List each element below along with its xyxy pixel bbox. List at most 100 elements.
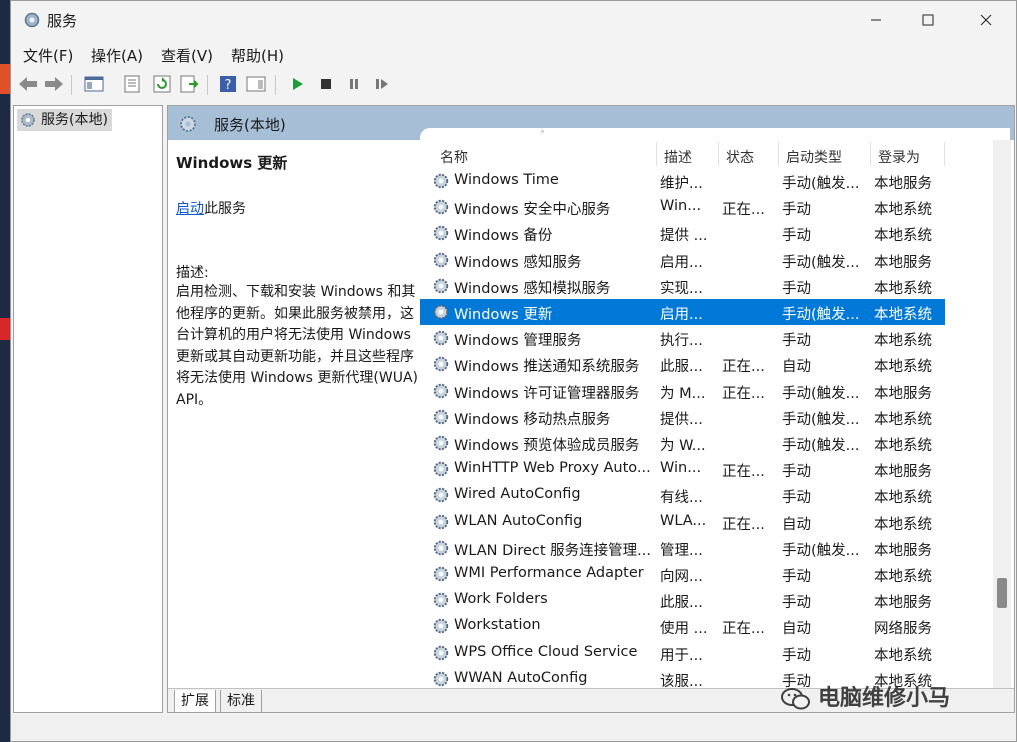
service-status: 正在... [722,464,765,481]
export-list-button[interactable] [179,73,201,95]
service-startup-type: 手动 [782,595,811,612]
toolbar: ? [11,69,1016,99]
service-startup-type: 手动 [782,280,811,297]
table-row[interactable]: WLAN AutoConfig WLA... 正在... 自动 本地系统 [420,509,945,535]
service-gear-icon [433,435,449,451]
service-logon-as: 本地服务 [874,542,932,559]
services-window: 服务 文件(F) 操作(A) 查看(V) 帮助(H) ? 服务(本地) 服务(本… [10,0,1017,742]
title-bar: 服务 [11,1,1016,39]
close-button[interactable] [957,1,1015,39]
wechat-icon [781,688,810,710]
maximize-button[interactable] [899,1,957,39]
tab-standard[interactable]: 标准 [220,690,262,712]
table-row[interactable]: Windows 安全中心服务 Win... 正在... 手动 本地系统 [420,194,945,220]
selected-service-title: Windows 更新 [176,154,288,172]
vertical-scrollbar[interactable] [993,140,1011,688]
table-row[interactable]: Windows 更新 启用... 手动(触发... 本地系统 [420,299,945,325]
service-startup-type: 手动(触发... [782,385,860,402]
table-row[interactable]: WLAN Direct 服务连接管理... 管理... 手动(触发... 本地服务 [420,535,945,561]
table-row[interactable]: Windows 备份 提供 ... 手动 本地系统 [420,220,945,246]
tab-extended[interactable]: 扩展 [174,690,216,712]
service-name: Windows 更新 [454,307,553,323]
pane-header-title: 服务(本地) [214,116,286,134]
table-row[interactable]: Windows 管理服务 执行... 手动 本地系统 [420,325,945,351]
service-gear-icon [433,252,449,267]
table-row[interactable]: Workstation 使用 ... 正在... 自动 网络服务 [420,613,945,639]
service-gear-icon [433,671,449,686]
menu-help[interactable]: 帮助(H) [231,45,284,66]
minimize-button[interactable] [847,1,905,39]
service-gear-icon [433,330,449,346]
service-name: Windows 管理服务 [454,333,582,350]
pause-icon [350,79,358,89]
table-row[interactable]: WinHTTP Web Proxy Auto... Win... 正在... 手动 本地… [420,456,945,482]
service-logon-as: 本地系统 [874,333,932,350]
table-row[interactable]: Windows 预览体验成员服务 为 W... 手动(触发... 本地系统 [420,430,945,456]
start-service-button[interactable] [287,73,309,95]
pause-service-button[interactable] [343,73,365,95]
service-logon-as: 本地系统 [874,438,932,454]
menu-action[interactable]: 操作(A) [91,45,143,66]
refresh-button[interactable] [151,73,173,95]
table-row[interactable]: Windows 许可证管理器服务 为 M... 正在... 手动(触发... 本地服务 [420,378,945,404]
column-header-startup-type[interactable]: 启动类型 [786,147,842,167]
service-status: 正在... [722,202,765,219]
table-row[interactable]: Work Folders 此服... 手动 本地服务 [420,587,945,613]
toolbar-separator [207,75,208,95]
stop-service-button[interactable] [315,73,337,95]
table-row[interactable]: Windows 感知服务 启用... 手动(触发... 本地服务 [420,247,945,273]
service-gear-icon [433,278,449,293]
column-header-name[interactable]: 名称 [440,147,468,167]
menu-bar: 文件(F) 操作(A) 查看(V) 帮助(H) [11,41,1016,67]
tree-item-services-local[interactable]: 服务(本地) [17,109,112,131]
column-header-description[interactable]: 描述 [664,147,692,167]
forward-button[interactable] [43,73,65,95]
service-startup-type: 自动 [782,516,811,533]
sort-arrow-icon: ˄ [540,130,545,141]
description-label: 描述: [176,265,209,281]
menu-view[interactable]: 查看(V) [161,45,213,66]
table-row[interactable]: Windows 移动热点服务 提供... 手动(触发... 本地系统 [420,404,945,430]
start-service-link[interactable]: 启动 [176,201,204,217]
service-gear-icon [433,409,449,424]
table-row[interactable]: Wired AutoConfig 有线... 手动 本地系统 [420,482,945,508]
table-row[interactable]: WPS Office Cloud Service 用于... 手动 本地系统 [420,640,945,666]
service-description-cell: Win... [660,198,702,215]
service-gear-icon [433,383,449,398]
service-description-cell: 有线... [660,490,703,507]
table-row[interactable]: Windows Time 维护... 手动(触发... 本地服务 [420,168,945,194]
service-description-cell: 为 M... [660,385,706,402]
service-name: WWAN AutoConfig [454,669,588,686]
service-description-cell: 此服... [660,359,703,376]
service-description-cell: 实现... [660,280,703,297]
help-button[interactable]: ? [217,73,239,95]
service-details: Windows 更新 启动此服务 描述: 启用检测、下载和安装 Windows … [168,140,420,688]
column-header-logon-as[interactable]: 登录为 [878,147,920,167]
service-startup-type: 手动 [782,647,811,664]
service-logon-as: 本地服务 [874,464,932,481]
service-name: WMI Performance Adapter [454,565,644,581]
table-row[interactable]: Windows 感知模拟服务 实现... 手动 本地系统 [420,273,945,299]
menu-file[interactable]: 文件(F) [23,45,73,66]
service-gear-icon [433,173,449,189]
table-row[interactable]: Windows 推送通知系统服务 此服... 正在... 自动 本地系统 [420,351,945,377]
status-bar [11,715,1016,741]
show-action-pane-button[interactable] [245,73,267,95]
service-status: 正在... [722,359,765,376]
service-description-cell: 管理... [660,542,703,559]
show-hide-console-tree-button[interactable] [83,73,105,95]
watermark-text: 电脑维修小马 [818,686,951,711]
table-row[interactable]: WMI Performance Adapter 向网... 手动 本地系统 [420,561,945,587]
service-logon-as: 本地系统 [874,280,932,297]
column-header-status[interactable]: 状态 [726,147,754,167]
close-icon [980,14,992,26]
toolbar-separator [275,75,276,95]
service-logon-as: 本地系统 [874,490,932,507]
back-arrow-icon [19,77,37,91]
back-button[interactable] [17,73,39,95]
start-service-suffix: 此服务 [204,201,246,217]
restart-service-button[interactable] [371,73,393,95]
properties-button[interactable] [121,73,143,95]
maximize-icon [922,14,934,26]
scrollbar-thumb[interactable] [997,578,1007,608]
